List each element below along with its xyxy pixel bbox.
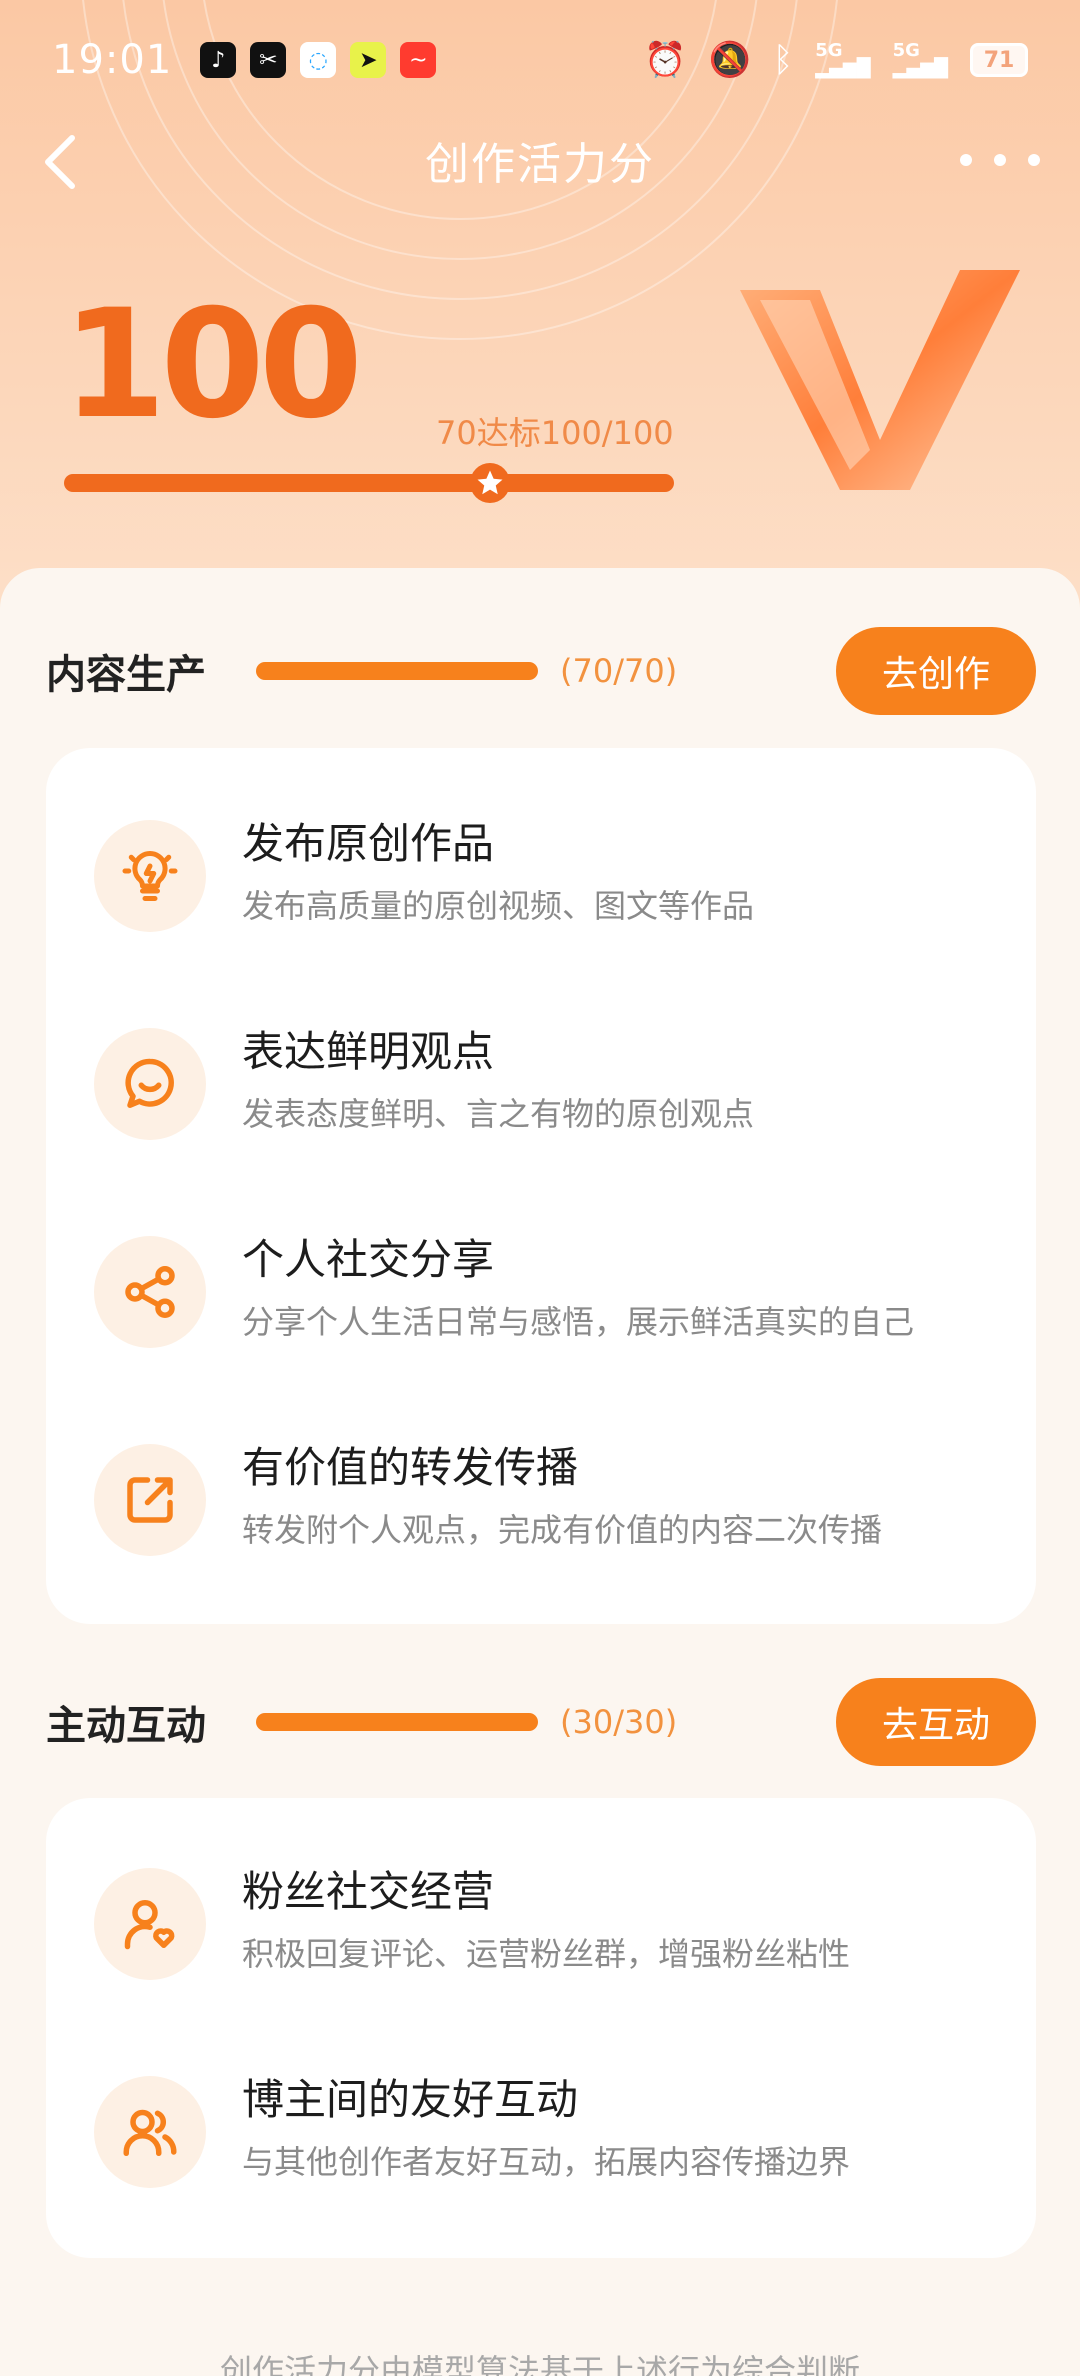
footer-note: 创作活力分由模型算法基于上述行为综合判断 — [219, 2352, 860, 2376]
capcut-icon: ✂ — [250, 42, 287, 78]
users-icon — [94, 2076, 206, 2188]
tiktok-icon: ♪ — [200, 42, 237, 78]
list-item[interactable]: 发布原创作品 发布高质量的原创视频、图文等作品 — [46, 772, 1036, 980]
item-desc: 分享个人生活日常与感悟，展示鲜活真实的自己 — [242, 1303, 915, 1341]
share-icon — [94, 1236, 206, 1348]
threshold-star-icon — [470, 463, 510, 503]
status-bar: 19:01 ♪ ✂ ◌ ➤ ~ ⏰ 🔕 ᛒ 5G ▂▄▆█ 5G ▂▄▆█ 71 — [0, 0, 1080, 120]
mute-icon: 🔕 — [708, 40, 751, 80]
item-desc: 与其他创作者友好互动，拓展内容传播边界 — [242, 2143, 851, 2181]
back-button[interactable] — [30, 132, 90, 192]
section-progress-bar — [256, 662, 538, 680]
lightbulb-icon — [94, 820, 206, 932]
chevron-left-icon — [45, 135, 75, 189]
section-count: (30/30) — [560, 1703, 678, 1741]
signal-label: 5G — [892, 40, 920, 61]
v-logo-icon — [740, 270, 1020, 490]
page-title: 创作活力分 — [425, 139, 655, 190]
more-dot — [994, 154, 1006, 166]
section-count: (70/70) — [560, 652, 678, 690]
item-title: 粉丝社交经营 — [242, 1867, 495, 1916]
section-header-interaction: 主动互动 (30/30) 去互动 — [46, 1677, 1036, 1767]
go-create-button[interactable]: 去创作 — [836, 627, 1036, 715]
item-desc: 发表态度鲜明、言之有物的原创观点 — [242, 1095, 755, 1133]
section-title: 内容生产 — [46, 652, 206, 698]
item-desc: 积极回复评论、运营粉丝群，增强粉丝粘性 — [242, 1935, 851, 1973]
score-target-text: 70达标100/100 — [436, 414, 674, 452]
section-progress-bar — [256, 1713, 538, 1731]
go-interact-button[interactable]: 去互动 — [836, 1678, 1036, 1766]
score-value: 100 — [62, 278, 363, 452]
forward-icon — [94, 1444, 206, 1556]
item-title: 表达鲜明观点 — [242, 1027, 495, 1076]
bluetooth-icon: ᛒ — [772, 40, 794, 80]
list-item[interactable]: 表达鲜明观点 发表态度鲜明、言之有物的原创观点 — [46, 980, 1036, 1188]
status-time: 19:01 — [52, 37, 173, 83]
more-dot — [1028, 154, 1040, 166]
speech-bubble-icon — [94, 1028, 206, 1140]
section-header-content: 内容生产 (70/70) 去创作 — [46, 626, 1036, 716]
stock-app-icon: ~ — [400, 42, 437, 78]
section-title: 主动互动 — [46, 1703, 206, 1749]
content-production-card: 发布原创作品 发布高质量的原创视频、图文等作品 表达鲜明观点 发表态度鲜明、言之… — [46, 748, 1036, 1624]
item-title: 发布原创作品 — [242, 819, 495, 868]
app-icon: ➤ — [350, 42, 387, 78]
interaction-card: 粉丝社交经营 积极回复评论、运营粉丝群，增强粉丝粘性 博主间的友好互动 与其他创… — [46, 1798, 1036, 2258]
signal-5g-icon: 5G ▂▄▆█ — [815, 40, 871, 79]
item-title: 博主间的友好互动 — [242, 2075, 579, 2124]
signal-5g-icon: 5G ▂▄▆█ — [892, 40, 948, 79]
signal-label: 5G — [815, 40, 843, 61]
item-desc: 转发附个人观点，完成有价值的内容二次传播 — [242, 1511, 883, 1549]
more-button[interactable] — [960, 140, 1040, 180]
item-title: 有价值的转发传播 — [242, 1443, 579, 1492]
nav-bar: 创作活力分 — [0, 110, 1080, 210]
list-item[interactable]: 个人社交分享 分享个人生活日常与感悟，展示鲜活真实的自己 — [46, 1188, 1036, 1396]
item-title: 个人社交分享 — [242, 1235, 495, 1284]
alarm-icon: ⏰ — [644, 40, 687, 80]
score-progress-bar — [64, 474, 674, 492]
battery-indicator: 71 — [970, 43, 1028, 77]
chat-bubble-icon: ◌ — [300, 42, 337, 78]
list-item[interactable]: 粉丝社交经营 积极回复评论、运营粉丝群，增强粉丝粘性 — [46, 1820, 1036, 2028]
user-heart-icon — [94, 1868, 206, 1980]
list-item[interactable]: 博主间的友好互动 与其他创作者友好互动，拓展内容传播边界 — [46, 2028, 1036, 2236]
notification-icons: ♪ ✂ ◌ ➤ ~ — [200, 42, 437, 78]
system-icons: ⏰ 🔕 ᛒ 5G ▂▄▆█ 5G ▂▄▆█ 71 — [644, 40, 1028, 80]
list-item[interactable]: 有价值的转发传播 转发附个人观点，完成有价值的内容二次传播 — [46, 1396, 1036, 1604]
more-dot — [960, 154, 972, 166]
hero-banner: 19:01 ♪ ✂ ◌ ➤ ~ ⏰ 🔕 ᛒ 5G ▂▄▆█ 5G ▂▄▆█ 71 创… — [0, 0, 1080, 640]
item-desc: 发布高质量的原创视频、图文等作品 — [242, 887, 755, 925]
